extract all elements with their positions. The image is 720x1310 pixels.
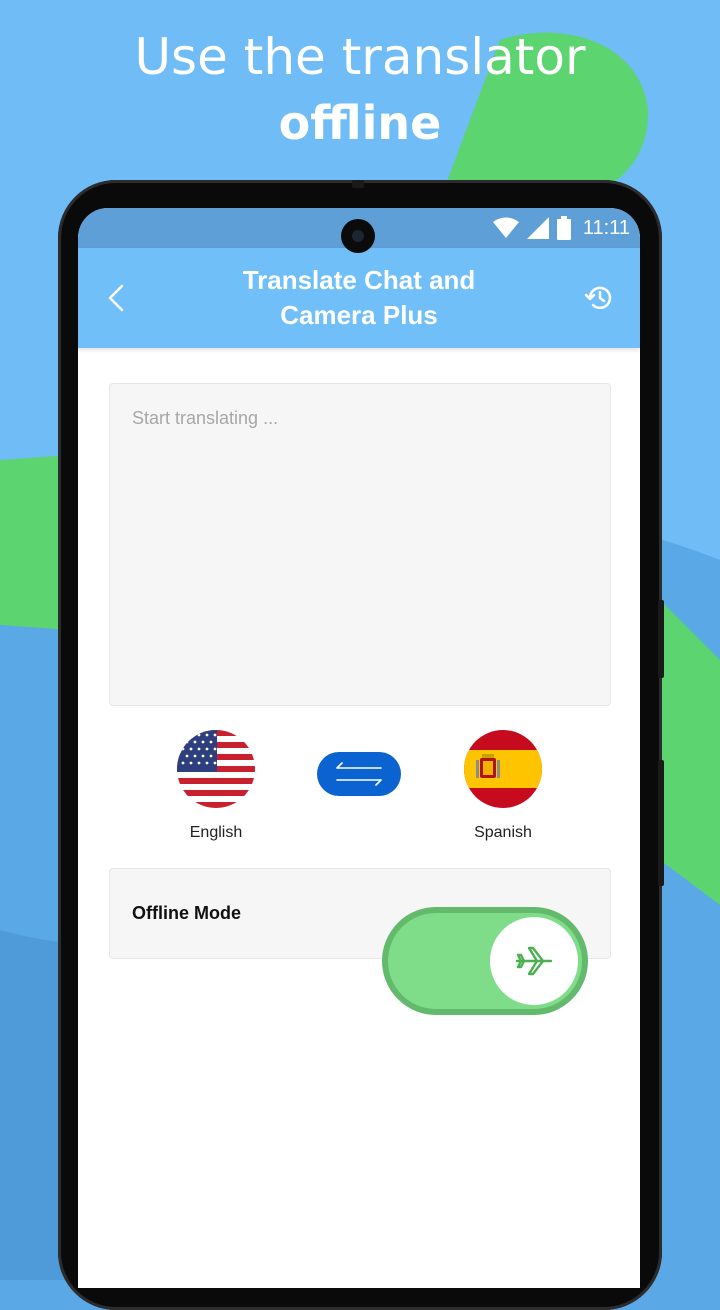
headline-line1: Use the translator <box>134 28 586 86</box>
phone-power-button <box>658 760 664 886</box>
translation-input-box[interactable] <box>109 383 611 706</box>
offline-mode-label: Offline Mode <box>132 903 241 923</box>
source-language-label: English <box>189 824 243 841</box>
offline-mode-toggle[interactable] <box>382 907 588 1015</box>
front-camera <box>341 219 375 253</box>
signal-icon <box>526 217 549 239</box>
status-icons: 11:11 <box>492 215 630 241</box>
source-language-selector[interactable]: English <box>176 730 256 842</box>
battery-icon <box>556 216 571 240</box>
us-flag-icon <box>177 730 255 808</box>
spain-flag-icon <box>464 730 542 808</box>
app-screen: 11:11 Translate Chat and Camera Plus Sta… <box>78 208 640 1288</box>
back-button[interactable] <box>102 280 132 316</box>
target-language-selector[interactable]: Spanish <box>463 730 543 842</box>
target-language-label: Spanish <box>474 824 532 841</box>
chevron-left-icon <box>108 284 124 312</box>
translation-input[interactable] <box>110 384 610 705</box>
app-bar: Translate Chat and Camera Plus <box>78 248 640 348</box>
headline: Use the translator offline <box>0 24 720 156</box>
status-time: 11:11 <box>582 216 630 239</box>
phone-top-notch <box>352 180 364 188</box>
wifi-icon <box>492 217 519 238</box>
app-title: Translate Chat and Camera Plus <box>242 265 476 330</box>
swap-languages-button[interactable] <box>317 752 401 796</box>
toggle-knob <box>490 917 578 1005</box>
airplane-icon <box>515 946 553 976</box>
history-icon <box>584 286 612 310</box>
history-button[interactable] <box>584 282 616 314</box>
phone-volume-button <box>658 600 664 678</box>
swap-arrows-icon <box>336 762 382 786</box>
headline-line2: offline <box>278 96 442 150</box>
